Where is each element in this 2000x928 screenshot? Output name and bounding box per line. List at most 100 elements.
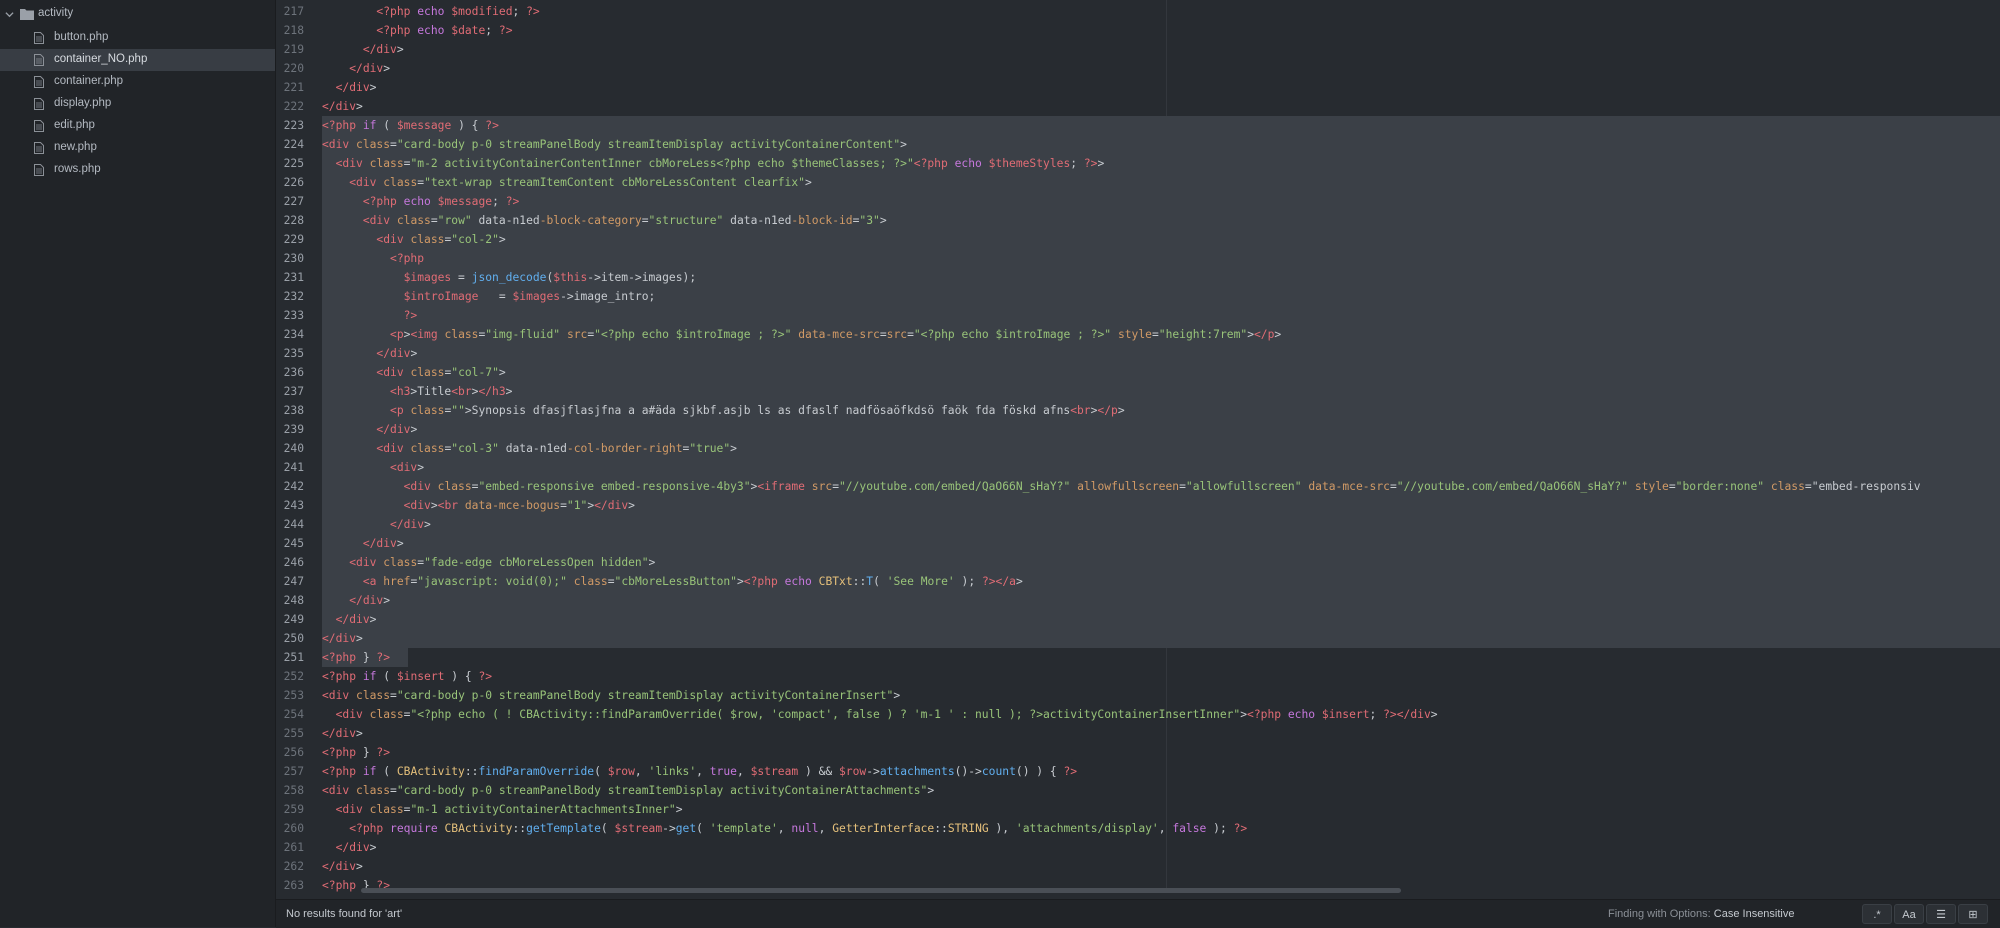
- code-line[interactable]: 239 </div>: [276, 420, 2000, 439]
- horizontal-scrollbar[interactable]: [361, 888, 1401, 893]
- code-line[interactable]: 252 <?php if ( $insert ) { ?>: [276, 667, 2000, 686]
- find-options-label: Finding with Options: Case Insensitive: [1608, 908, 1795, 920]
- file-icon: [34, 76, 44, 88]
- line-number: 249: [283, 613, 304, 626]
- code-line[interactable]: 236 <div class="col-7">: [276, 363, 2000, 382]
- tree-file-item[interactable]: edit.php: [0, 115, 275, 137]
- code-line[interactable]: 225 <div class="m-2 activityContainerCon…: [276, 154, 2000, 173]
- code-line[interactable]: 233 ?>: [276, 306, 2000, 325]
- code-text: <div><br data-mce-bogus="1"></div>: [403, 499, 635, 512]
- tree-folder-activity[interactable]: activity: [0, 4, 275, 24]
- code-line[interactable]: 224 <div class="card-body p-0 streamPanel…: [276, 135, 2000, 154]
- line-number: 222: [283, 100, 304, 113]
- code-line[interactable]: 262 </div>: [276, 857, 2000, 876]
- code-line[interactable]: 257 <?php if ( CBActivity::findParamOverr…: [276, 762, 2000, 781]
- code-line[interactable]: 222 </div>: [276, 97, 2000, 116]
- code-line[interactable]: 243 <div><br data-mce-bogus="1"></div>: [276, 496, 2000, 515]
- case-sensitive-toggle-button[interactable]: Aa: [1894, 904, 1924, 924]
- code-line[interactable]: 240 <div class="col-3" data-n1ed-col-bor…: [276, 439, 2000, 458]
- whole-word-toggle-button[interactable]: ⊞: [1958, 904, 1988, 924]
- code-line[interactable]: 223 <?php if ( $message ) { ?>: [276, 116, 2000, 135]
- code-line[interactable]: 260 <?php require CBActivity::getTemplat…: [276, 819, 2000, 838]
- code-line[interactable]: 254 <div class="<?php echo ( ! CBActivit…: [276, 705, 2000, 724]
- line-number: 237: [283, 385, 304, 398]
- code-line[interactable]: 259 <div class="m-1 activityContainerAtt…: [276, 800, 2000, 819]
- code-line[interactable]: 261 </div>: [276, 838, 2000, 857]
- code-line[interactable]: 235 </div>: [276, 344, 2000, 363]
- code-text: <?php if ( $message ) { ?>: [322, 119, 499, 132]
- code-line[interactable]: 242 <div class="embed-responsive embed-r…: [276, 477, 2000, 496]
- code-line[interactable]: 244 </div>: [276, 515, 2000, 534]
- line-number: 253: [283, 689, 304, 702]
- code-text: <div class="card-body p-0 streamPanelBod…: [322, 138, 907, 151]
- code-text: </div>: [335, 613, 377, 626]
- tree-file-item[interactable]: display.php: [0, 93, 275, 115]
- line-number: 246: [283, 556, 304, 569]
- code-line[interactable]: 237 <h3>Title<br></h3>: [276, 382, 2000, 401]
- code-line[interactable]: 217 <?php echo $modified; ?>: [276, 2, 2000, 21]
- selection-highlight: [322, 306, 2000, 325]
- code-text: <?php echo $date; ?>: [376, 24, 513, 37]
- code-editor[interactable]: 217 <?php echo $modified; ?> 218 <?php ec…: [276, 0, 2000, 897]
- code-line[interactable]: 247 <a href="javascript: void(0);" class…: [276, 572, 2000, 591]
- line-number: 240: [283, 442, 304, 455]
- code-line[interactable]: 221 </div>: [276, 78, 2000, 97]
- tree-file-item[interactable]: rows.php: [0, 159, 275, 181]
- find-status-text: No results found for 'art': [286, 908, 403, 920]
- line-number: 239: [283, 423, 304, 436]
- code-line[interactable]: 250 </div>: [276, 629, 2000, 648]
- code-text: $images = json_decode($this->item->image…: [403, 271, 697, 284]
- selection-highlight: [322, 249, 2000, 268]
- code-line[interactable]: 246 <div class="fade-edge cbMoreLessOpen…: [276, 553, 2000, 572]
- code-line[interactable]: 227 <?php echo $message; ?>: [276, 192, 2000, 211]
- code-line[interactable]: 220 </div>: [276, 59, 2000, 78]
- code-line[interactable]: 248 </div>: [276, 591, 2000, 610]
- code-line[interactable]: 226 <div class="text-wrap streamItemCont…: [276, 173, 2000, 192]
- code-line[interactable]: 230 <?php: [276, 249, 2000, 268]
- chevron-down-icon[interactable]: [5, 10, 14, 19]
- code-line[interactable]: 256 <?php } ?>: [276, 743, 2000, 762]
- selection-only-toggle-button[interactable]: ☰: [1926, 904, 1956, 924]
- code-line[interactable]: 255 </div>: [276, 724, 2000, 743]
- selection-highlight: [322, 344, 2000, 363]
- code-line[interactable]: 229 <div class="col-2">: [276, 230, 2000, 249]
- tree-file-item[interactable]: button.php: [0, 27, 275, 49]
- code-line[interactable]: 245 </div>: [276, 534, 2000, 553]
- code-line[interactable]: 219 </div>: [276, 40, 2000, 59]
- tree-file-item[interactable]: container_NO.php: [0, 49, 275, 71]
- code-line[interactable]: 251 <?php } ?>: [276, 648, 2000, 667]
- code-line[interactable]: 241 <div>: [276, 458, 2000, 477]
- code-line[interactable]: 253 <div class="card-body p-0 streamPanel…: [276, 686, 2000, 705]
- code-lines[interactable]: 217 <?php echo $modified; ?> 218 <?php ec…: [276, 0, 2000, 897]
- selection-highlight: [322, 610, 2000, 629]
- code-text: <?php if ( $insert ) { ?>: [322, 670, 493, 683]
- code-line[interactable]: 232 $introImage = $images->image_intro;: [276, 287, 2000, 306]
- code-text: </div>: [322, 100, 363, 113]
- regex-toggle-button[interactable]: .*: [1862, 904, 1892, 924]
- code-line[interactable]: 234 <p><img class="img-fluid" src="<?php…: [276, 325, 2000, 344]
- code-line[interactable]: 238 <p class="">Synopsis dfasjflasjfna a…: [276, 401, 2000, 420]
- code-text: <?php } ?>: [322, 651, 391, 664]
- code-text: <div class="m-1 activityContainerAttachm…: [335, 803, 683, 816]
- code-text: <?php echo $message; ?>: [362, 195, 520, 208]
- line-number: 224: [283, 138, 304, 151]
- code-line[interactable]: 218 <?php echo $date; ?>: [276, 21, 2000, 40]
- selection-highlight: [322, 116, 2000, 135]
- code-line[interactable]: 258 <div class="card-body p-0 streamPanel…: [276, 781, 2000, 800]
- tree-file-item[interactable]: container.php: [0, 71, 275, 93]
- tree-file-label: edit.php: [54, 119, 95, 131]
- selection-highlight: [322, 363, 2000, 382]
- code-line[interactable]: 249 </div>: [276, 610, 2000, 629]
- code-line[interactable]: 228 <div class="row" data-n1ed-block-cat…: [276, 211, 2000, 230]
- code-text: $introImage = $images->image_intro;: [403, 290, 656, 303]
- line-number: 230: [283, 252, 304, 265]
- file-icon: [34, 164, 44, 176]
- line-number: 258: [283, 784, 304, 797]
- tree-file-item[interactable]: new.php: [0, 137, 275, 159]
- code-text: <div>: [390, 461, 425, 474]
- code-text: </div>: [390, 518, 431, 531]
- code-line[interactable]: 231 $images = json_decode($this->item->i…: [276, 268, 2000, 287]
- code-text: </div>: [335, 81, 377, 94]
- code-text: <div class="<?php echo ( ! CBActivity::f…: [335, 708, 1438, 721]
- file-icon: [34, 120, 44, 132]
